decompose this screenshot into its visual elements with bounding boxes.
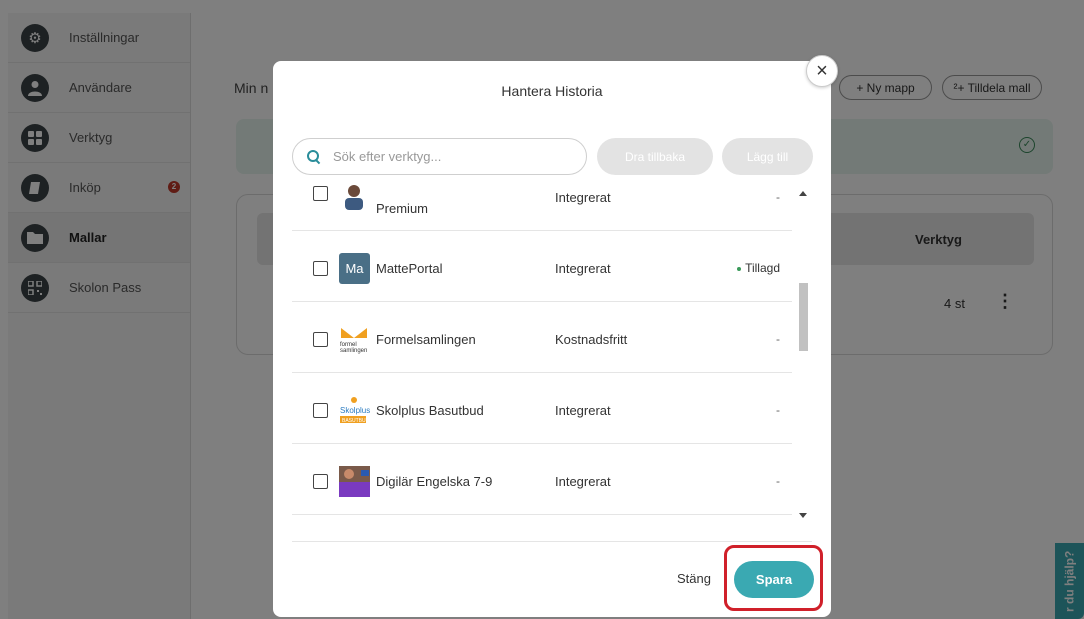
list-scrollbar[interactable] [795, 189, 811, 524]
tool-list: Premium Integrerat - Ma MattePortal Inte… [292, 184, 810, 521]
pull-back-button[interactable]: Dra tillbaka [597, 138, 713, 175]
manage-template-modal: Hantera Historia Dra tillbaka Lägg till … [273, 61, 831, 617]
row-checkbox[interactable] [313, 403, 328, 418]
tool-logo: formel samlingen [339, 324, 370, 355]
svg-text:samlingen: samlingen [340, 348, 367, 354]
tool-type: Integrerat [555, 190, 611, 205]
row-checkbox[interactable] [313, 474, 328, 489]
tool-status: - [776, 403, 780, 417]
tool-name: Digilär Engelska 7-9 [376, 474, 493, 489]
row-checkbox[interactable] [313, 261, 328, 276]
add-button[interactable]: Lägg till [722, 138, 813, 175]
tool-type: Integrerat [555, 403, 611, 418]
list-item: Ma MattePortal Integrerat Tillagd [292, 231, 792, 302]
scroll-up-icon[interactable] [799, 191, 807, 196]
close-icon[interactable]: × [806, 55, 838, 87]
tool-status: - [776, 332, 780, 346]
search-input[interactable] [333, 149, 573, 164]
tool-status: Tillagd [737, 261, 780, 275]
row-checkbox[interactable] [313, 332, 328, 347]
scroll-down-icon[interactable] [799, 513, 807, 518]
highlight-annotation [724, 545, 823, 611]
tool-type: Integrerat [555, 261, 611, 276]
scroll-thumb[interactable] [799, 283, 808, 351]
search-icon [307, 149, 321, 164]
status-dot-icon [737, 266, 742, 271]
close-text-button[interactable]: Stäng [677, 571, 711, 586]
svg-text:Skolplus: Skolplus [340, 406, 370, 415]
svg-text:BASUTBUD: BASUTBUD [342, 418, 370, 424]
list-item: Premium Integrerat - [292, 184, 792, 231]
tool-type: Integrerat [555, 474, 611, 489]
search-field[interactable] [292, 138, 587, 175]
footer-divider [292, 541, 812, 542]
tool-status-label: Tillagd [745, 261, 780, 275]
tool-status: - [776, 474, 780, 488]
tool-logo [339, 184, 370, 213]
tool-name: MattePortal [376, 261, 443, 276]
tool-logo [339, 466, 370, 497]
list-item: Skolplus BASUTBUD Skolplus Basutbud Integ… [292, 373, 792, 444]
tool-name: Skolplus Basutbud [376, 403, 484, 418]
list-item: formel samlingen Formelsamlingen Kostnads… [292, 302, 792, 373]
list-item: Digilär Engelska 7-9 Integrerat - [292, 444, 792, 515]
row-checkbox[interactable] [313, 186, 328, 201]
tool-name: Formelsamlingen [376, 332, 476, 347]
modal-title: Hantera Historia [501, 83, 603, 99]
tool-status: - [776, 190, 780, 204]
tool-logo: Ma [339, 253, 370, 284]
tool-name: Premium [376, 201, 429, 216]
tool-type: Kostnadsfritt [555, 332, 628, 347]
tool-logo: Skolplus BASUTBUD [339, 395, 370, 426]
